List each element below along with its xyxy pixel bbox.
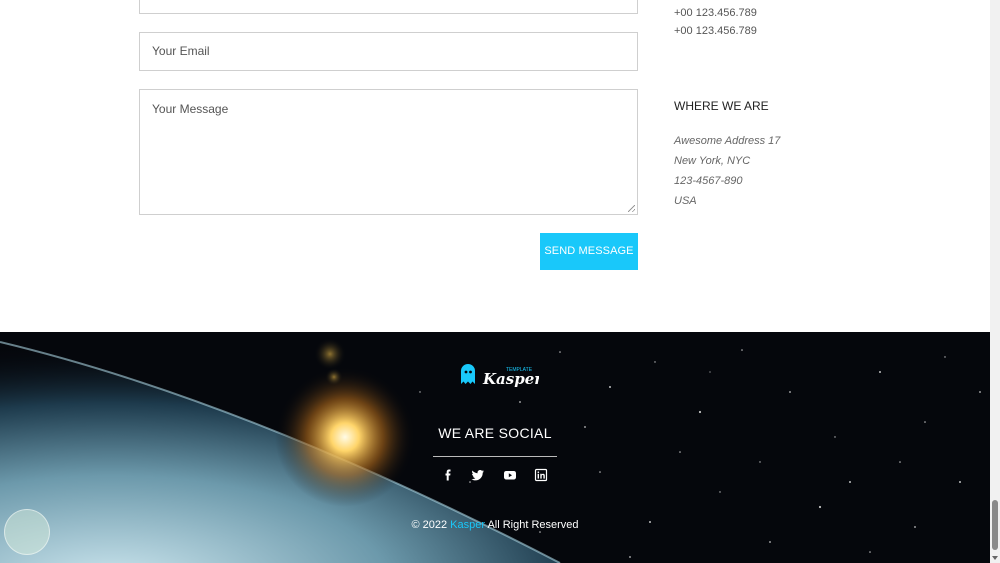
copyright: © 2022 Kasper All Right Reserved [300, 519, 690, 531]
divider [433, 456, 557, 457]
watermark-logo [4, 509, 50, 555]
youtube-icon[interactable] [503, 468, 517, 482]
email-placeholder: Your Email [152, 44, 210, 58]
address-line: 123-4567-890 [674, 175, 743, 187]
scrollbar-thumb[interactable] [992, 500, 998, 550]
copyright-prefix: © 2022 [411, 519, 451, 531]
kasper-logo[interactable]: Kasper TEMPLATE [459, 362, 539, 388]
contact-section: Your Email Your Message SEND MESSAGE +00… [0, 0, 990, 332]
facebook-icon[interactable] [441, 468, 455, 482]
address-line: Awesome Address 17 [674, 135, 781, 147]
message-textarea[interactable]: Your Message [139, 89, 638, 215]
linkedin-icon[interactable] [534, 468, 548, 482]
social-heading: WE ARE SOCIAL [438, 425, 552, 441]
phone-number: +00 123.456.789 [674, 7, 757, 19]
twitter-icon[interactable] [471, 468, 485, 482]
scrollbar[interactable] [990, 0, 1000, 563]
name-field[interactable] [139, 0, 638, 14]
address-line: New York, NYC [674, 155, 751, 167]
scroll-down-icon[interactable] [992, 556, 998, 560]
send-message-button[interactable]: SEND MESSAGE [540, 233, 638, 270]
resize-grip-icon[interactable] [628, 205, 635, 212]
footer: Kasper TEMPLATE WE ARE SOCIAL © 2022 Kas… [0, 332, 990, 563]
copyright-brand-link[interactable]: Kasper [450, 519, 485, 531]
social-icons [440, 468, 550, 482]
address-line: USA [674, 195, 697, 207]
where-we-are-heading: WHERE WE ARE [674, 99, 769, 113]
message-placeholder: Your Message [152, 102, 229, 116]
logo-tag: TEMPLATE [506, 367, 533, 373]
email-field[interactable]: Your Email [139, 32, 638, 71]
copyright-suffix: All Right Reserved [485, 519, 579, 531]
phone-number: +00 123.456.789 [674, 25, 757, 37]
